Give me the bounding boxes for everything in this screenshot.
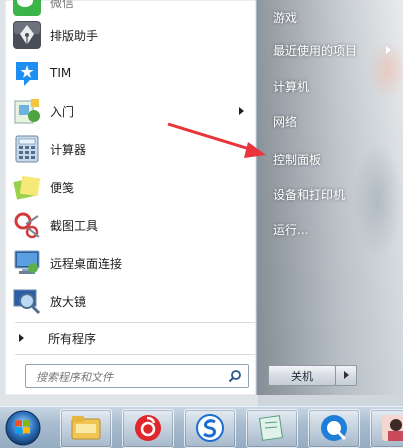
- program-label: 排版助手: [50, 28, 99, 43]
- shutdown-options-button[interactable]: [335, 365, 357, 386]
- search-box[interactable]: [25, 364, 249, 388]
- submenu-arrow-icon: [239, 107, 244, 115]
- menu-item-recent-items[interactable]: 最近使用的项目: [273, 40, 393, 60]
- program-label: 便笺: [50, 180, 75, 195]
- program-snipping-tool[interactable]: 截图工具: [12, 207, 252, 243]
- shutdown-button[interactable]: 关机: [268, 365, 336, 386]
- taskbar-sogou-input[interactable]: [184, 409, 236, 448]
- divider: [15, 322, 255, 323]
- qq-browser-icon: [321, 415, 347, 441]
- tim-icon: [12, 58, 42, 88]
- program-label: 计算器: [50, 142, 87, 157]
- submenu-arrow-icon: [386, 46, 391, 54]
- program-typesetting-assistant[interactable]: 排版助手: [12, 17, 252, 53]
- menu-item-control-panel[interactable]: 控制面板: [273, 149, 393, 169]
- divider: [15, 354, 255, 355]
- expand-arrow-icon: [19, 334, 24, 342]
- program-label: 截图工具: [50, 218, 99, 233]
- start-menu-program-list: 微信 排版助手 TIM 入门 计算器 便笺 截图工具 远程桌面连接 放大镜 所有…: [5, 0, 257, 395]
- program-label: 微信: [50, 0, 75, 10]
- taskbar-file-explorer[interactable]: [60, 409, 112, 448]
- remote-desktop-icon: [12, 248, 42, 278]
- user-avatar-icon: [382, 415, 403, 441]
- menu-item-games[interactable]: 游戏: [273, 7, 393, 27]
- program-sticky-notes[interactable]: 便笺: [12, 169, 252, 205]
- wechat-icon: [12, 0, 42, 17]
- program-calculator[interactable]: 计算器: [12, 131, 252, 167]
- taskbar-user-app[interactable]: [370, 409, 403, 448]
- program-getting-started[interactable]: 入门: [12, 93, 252, 129]
- start-menu-right-pane: 游戏 最近使用的项目 计算机 网络 控制面板 设备和打印机 运行...: [257, 0, 403, 395]
- file-explorer-icon: [71, 416, 101, 440]
- menu-item-computer[interactable]: 计算机: [273, 76, 393, 96]
- sticky-notes-icon: [12, 172, 42, 202]
- start-orb-icon[interactable]: [2, 408, 44, 448]
- menu-item-devices-printers[interactable]: 设备和打印机: [273, 184, 393, 204]
- taskbar: [0, 406, 403, 448]
- sogou-input-icon: [196, 414, 224, 442]
- program-label: TIM: [50, 66, 72, 80]
- menu-item-run[interactable]: 运行...: [273, 219, 393, 239]
- taskbar-netease-music[interactable]: [122, 409, 174, 448]
- program-label: 远程桌面连接: [50, 256, 123, 271]
- getting-started-icon: [12, 96, 42, 126]
- all-programs-button[interactable]: 所有程序: [19, 328, 96, 348]
- program-remote-desktop[interactable]: 远程桌面连接: [12, 245, 252, 281]
- menu-item-network[interactable]: 网络: [273, 111, 393, 131]
- program-label: 入门: [50, 104, 75, 119]
- scissors-icon: [12, 210, 42, 240]
- taskbar-qq-browser[interactable]: [308, 409, 360, 448]
- all-programs-label: 所有程序: [48, 331, 97, 346]
- program-label: 放大镜: [50, 294, 87, 309]
- program-tim[interactable]: TIM: [12, 55, 252, 91]
- netease-music-icon: [135, 415, 161, 441]
- taskbar-notes[interactable]: [246, 409, 298, 448]
- calculator-icon: [12, 134, 42, 164]
- program-magnifier[interactable]: 放大镜: [12, 283, 252, 319]
- search-icon[interactable]: [228, 369, 242, 383]
- search-input[interactable]: [34, 367, 228, 387]
- magnifier-icon: [12, 286, 42, 316]
- pen-nib-icon: [12, 20, 42, 50]
- notes-icon: [259, 415, 283, 441]
